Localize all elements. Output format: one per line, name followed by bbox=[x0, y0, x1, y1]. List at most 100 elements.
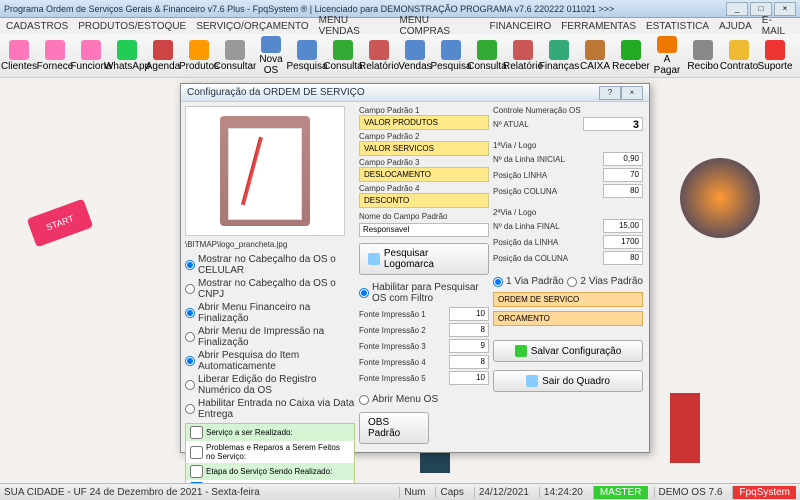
menu-e-mail[interactable]: E-MAIL bbox=[762, 15, 794, 37]
campo-field-2[interactable]: DESLOCAMENTO bbox=[359, 167, 489, 182]
menu-produtos/estoque[interactable]: PRODUTOS/ESTOQUE bbox=[78, 21, 186, 32]
fonte-field-2[interactable]: 9 bbox=[449, 339, 489, 353]
pesquisar-logomarca-button[interactable]: Pesquisar Logomarca bbox=[359, 243, 489, 275]
via1rows-field-2[interactable]: 80 bbox=[603, 184, 643, 198]
tool-receber[interactable]: Receber bbox=[614, 36, 648, 76]
start-badge: START bbox=[27, 199, 94, 248]
logo-preview bbox=[185, 106, 345, 236]
status-demo: DEMO OS 7.6 bbox=[654, 487, 727, 498]
tool-relatório[interactable]: Relatório bbox=[362, 36, 396, 76]
campo-field-3[interactable]: DESCONTO bbox=[359, 193, 489, 208]
dialog-col-mid: Campo Padrão 1VALOR PRODUTOS Campo Padrão… bbox=[359, 106, 489, 483]
statusbar: SUA CIDADE - UF 24 de Dezembro de 2021 -… bbox=[0, 483, 800, 500]
status-master: MASTER bbox=[593, 486, 648, 499]
controle-title: Controle Numeração OS bbox=[493, 106, 643, 115]
minimize-button[interactable]: _ bbox=[726, 2, 748, 16]
service-row-0[interactable]: Serviço a ser Realizado: bbox=[186, 424, 354, 441]
service-row-1[interactable]: Problemas e Reparos a Serem Feitos no Se… bbox=[186, 441, 354, 463]
dialog-col-left: \BITMAP\logo_prancheta.jpg Mostrar no Ca… bbox=[185, 106, 355, 483]
status-system: FpqSystem bbox=[732, 486, 796, 499]
dialog-close-button[interactable]: × bbox=[621, 86, 643, 100]
toolbar: ClientesForneceFuncionaWhatsAppAgendaPro… bbox=[0, 34, 800, 78]
tool-caixa[interactable]: CAIXA bbox=[578, 36, 612, 76]
ordem-servico-box[interactable]: ORDEM DE SERVICO bbox=[493, 292, 643, 307]
tool-agenda[interactable]: Agenda bbox=[146, 36, 180, 76]
tool-contrato[interactable]: Contrato bbox=[722, 36, 756, 76]
tool-recibo[interactable]: Recibo bbox=[686, 36, 720, 76]
via2-title: 2ªVia / Logo bbox=[493, 208, 643, 217]
status-date-text: SUA CIDADE - UF 24 de Dezembro de 2021 -… bbox=[4, 487, 393, 498]
dialog-help-button[interactable]: ? bbox=[599, 86, 621, 100]
obs-padrao-button[interactable]: OBS Padrão bbox=[359, 412, 429, 444]
tool-pesquisa[interactable]: Pesquisa bbox=[434, 36, 468, 76]
option-radio-5[interactable]: Liberar Edição do Registro Numérico da O… bbox=[185, 373, 355, 397]
via1rows-field-0[interactable]: 0,90 bbox=[603, 152, 643, 166]
via2rows-field-2[interactable]: 80 bbox=[603, 251, 643, 265]
campo-label-0: Campo Padrão 1 bbox=[359, 106, 489, 115]
fonte-field-4[interactable]: 10 bbox=[449, 371, 489, 385]
menu-menu vendas[interactable]: MENU VENDAS bbox=[319, 15, 390, 37]
tool-produtos[interactable]: Produtos bbox=[182, 36, 216, 76]
status-date: 24/12/2021 bbox=[474, 487, 533, 498]
tool-finanças[interactable]: Finanças bbox=[542, 36, 576, 76]
menu-cadastros[interactable]: CADASTROS bbox=[6, 21, 68, 32]
dialog-titlebar: Configuração da ORDEM DE SERVIÇO ? × bbox=[181, 84, 649, 102]
menu-financeiro[interactable]: FINANCEIRO bbox=[490, 21, 552, 32]
window-controls: _ □ × bbox=[726, 2, 796, 16]
menu-estatistica[interactable]: ESTATISTICA bbox=[646, 21, 709, 32]
option-radio-3[interactable]: Abrir Menu de Impressão na Finalização bbox=[185, 325, 355, 349]
nome-campo-label: Nome do Campo Padrão bbox=[359, 212, 489, 221]
tool-funciona[interactable]: Funciona bbox=[74, 36, 108, 76]
tool-consulta[interactable]: Consulta bbox=[326, 36, 360, 76]
campo-label-3: Campo Padrão 4 bbox=[359, 184, 489, 193]
status-time: 14:24:20 bbox=[539, 487, 587, 498]
menu-menu compras[interactable]: MENU COMPRAS bbox=[400, 15, 480, 37]
fonte-field-3[interactable]: 8 bbox=[449, 355, 489, 369]
habilitar-filtro-radio[interactable]: Habilitar para Pesquisar OS com Filtro bbox=[359, 281, 489, 305]
tool-vendas[interactable]: Vendas bbox=[398, 36, 432, 76]
abrir-menu-os-radio[interactable]: Abrir Menu OS bbox=[359, 393, 489, 406]
tool-relatório[interactable]: Relatório bbox=[506, 36, 540, 76]
option-radio-0[interactable]: Mostrar no Cabeçalho da OS o CELULAR bbox=[185, 253, 355, 277]
menu-ajuda[interactable]: AJUDA bbox=[719, 21, 752, 32]
tool-a pagar[interactable]: A Pagar bbox=[650, 36, 684, 76]
fonte-field-1[interactable]: 8 bbox=[449, 323, 489, 337]
fonte-field-0[interactable]: 10 bbox=[449, 307, 489, 321]
close-button[interactable]: × bbox=[774, 2, 796, 16]
window-title: Programa Ordem de Serviços Gerais & Fina… bbox=[4, 4, 726, 14]
via-1-radio[interactable]: 1 Via Padrão bbox=[493, 275, 564, 288]
nome-campo-input[interactable]: Responsavel bbox=[359, 223, 489, 237]
option-radio-4[interactable]: Abrir Pesquisa do Item Automaticamente bbox=[185, 349, 355, 373]
salvar-config-button[interactable]: Salvar Configuração bbox=[493, 340, 643, 362]
menu-ferramentas[interactable]: FERRAMENTAS bbox=[561, 21, 636, 32]
orcamento-box[interactable]: ORCAMENTO bbox=[493, 311, 643, 326]
tool-pesquisa[interactable]: Pesquisa bbox=[290, 36, 324, 76]
service-row-2[interactable]: Etapa do Serviço Sendo Realizado: bbox=[186, 463, 354, 480]
campo-field-1[interactable]: VALOR SERVICOS bbox=[359, 141, 489, 156]
tool-consultar[interactable]: Consultar bbox=[218, 36, 252, 76]
dialog-title: Configuração da ORDEM DE SERVIÇO bbox=[187, 87, 599, 98]
campo-field-0[interactable]: VALOR PRODUTOS bbox=[359, 115, 489, 130]
option-radio-2[interactable]: Abrir Menu Financeiro na Finalização bbox=[185, 301, 355, 325]
menu-serviço/orçamento[interactable]: SERVIÇO/ORÇAMENTO bbox=[196, 21, 308, 32]
num-atual-field[interactable]: 3 bbox=[583, 117, 643, 131]
dialog-col-right: Controle Numeração OS Nº ATUAL3 1ªVia / … bbox=[493, 106, 643, 483]
via-2-radio[interactable]: 2 Vias Padrão bbox=[567, 275, 643, 288]
tool-consulta[interactable]: Consulta bbox=[470, 36, 504, 76]
bg-circle bbox=[680, 158, 760, 238]
via2rows-field-1[interactable]: 1700 bbox=[603, 235, 643, 249]
tool-nova os[interactable]: Nova OS bbox=[254, 36, 288, 76]
tool-whatsapp[interactable]: WhatsApp bbox=[110, 36, 144, 76]
option-radio-1[interactable]: Mostrar no Cabeçalho da OS o CNPJ bbox=[185, 277, 355, 301]
via1rows-field-1[interactable]: 70 bbox=[603, 168, 643, 182]
via1-title: 1ªVia / Logo bbox=[493, 141, 643, 150]
tool-clientes[interactable]: Clientes bbox=[2, 36, 36, 76]
sair-quadro-button[interactable]: Sair do Quadro bbox=[493, 370, 643, 392]
bg-figure-3 bbox=[670, 393, 700, 463]
maximize-button[interactable]: □ bbox=[750, 2, 772, 16]
tool-fornece[interactable]: Fornece bbox=[38, 36, 72, 76]
campo-label-2: Campo Padrão 3 bbox=[359, 158, 489, 167]
tool-suporte[interactable]: Suporte bbox=[758, 36, 792, 76]
via2rows-field-0[interactable]: 15,00 bbox=[603, 219, 643, 233]
option-radio-6[interactable]: Habilitar Entrada no Caixa via Data Entr… bbox=[185, 397, 355, 421]
